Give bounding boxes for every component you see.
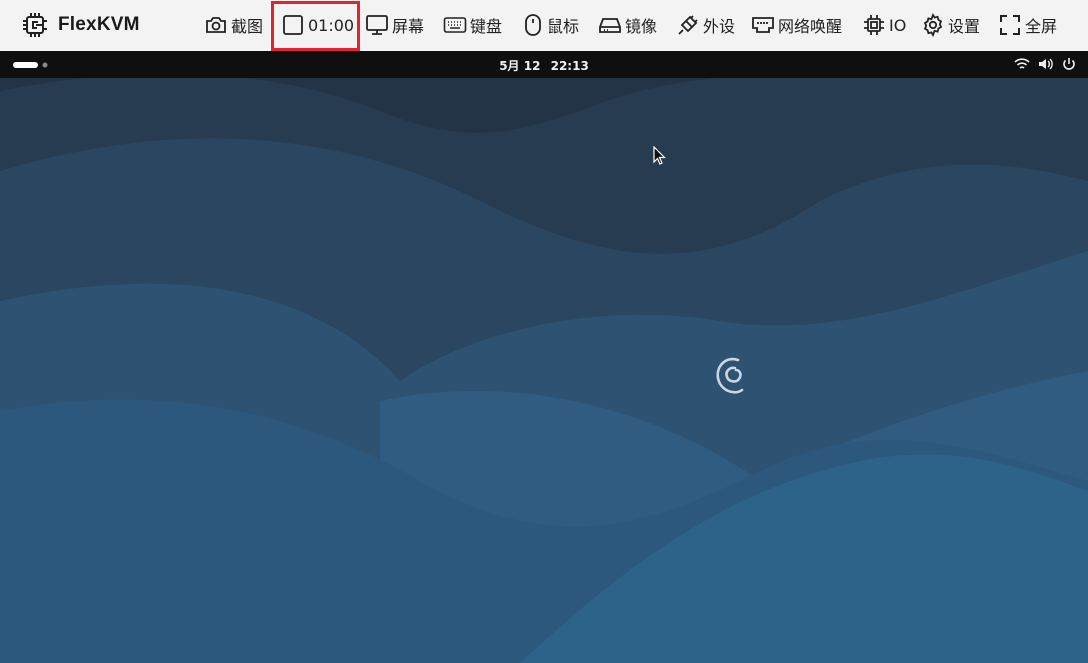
debian-swirl-icon — [716, 357, 744, 394]
mouse-icon — [525, 14, 541, 36]
screenshot-label: 截图 — [231, 17, 264, 36]
power-icon — [1063, 58, 1075, 70]
camera-icon — [206, 17, 226, 33]
fullscreen-icon — [1000, 15, 1020, 35]
screen-label: 屏幕 — [392, 17, 425, 36]
fullscreen-label: 全屏 — [1025, 17, 1058, 36]
settings-button[interactable]: 设置 — [921, 12, 980, 38]
volume-icon — [1039, 58, 1053, 70]
record-button[interactable]: 01:00 — [281, 12, 354, 38]
wol-label: 网络唤醒 — [778, 17, 843, 36]
wifi-icon — [1014, 58, 1030, 69]
gear-icon — [923, 13, 943, 37]
mouse-label: 鼠标 — [547, 17, 580, 36]
peripheral-button[interactable]: 外设 — [676, 12, 735, 38]
fullscreen-button[interactable]: 全屏 — [998, 12, 1057, 38]
wol-button[interactable]: 网络唤醒 — [751, 12, 842, 38]
wallpaper — [0, 51, 1088, 663]
io-button[interactable]: IO — [862, 12, 906, 38]
drive-icon — [599, 18, 621, 33]
image-button[interactable]: 镜像 — [598, 12, 657, 38]
mouse-cursor-icon — [653, 146, 666, 165]
peripheral-label: 外设 — [703, 17, 736, 36]
screenshot-button[interactable]: 截图 — [204, 12, 263, 38]
clock[interactable]: 5月 12 22:13 — [0, 57, 1088, 74]
plug-icon — [678, 15, 698, 35]
kvm-logo-icon — [23, 13, 47, 37]
io-label: IO — [889, 15, 907, 35]
chip-icon — [864, 15, 884, 35]
brand: FlexKVM — [22, 12, 140, 38]
image-label: 镜像 — [625, 17, 658, 36]
monitor-icon — [366, 15, 388, 35]
settings-label: 设置 — [948, 17, 981, 36]
clock-time: 22:13 — [550, 59, 589, 73]
remote-screen[interactable]: 5月 12 22:13 — [0, 51, 1088, 663]
clock-date: 5月 12 — [499, 59, 541, 73]
keyboard-icon — [443, 17, 467, 33]
app-name: FlexKVM — [58, 14, 140, 35]
toolbar: FlexKVM 截图 01:00 屏幕 键盘 鼠标 镜像 外设 网络唤醒 IO … — [0, 0, 1088, 51]
mouse-button[interactable]: 鼠标 — [522, 12, 579, 38]
keyboard-button[interactable]: 键盘 — [443, 12, 502, 38]
record-timer: 01:00 — [308, 15, 355, 35]
network-card-icon — [752, 17, 774, 33]
system-tray[interactable] — [1014, 57, 1076, 71]
screen-button[interactable]: 屏幕 — [365, 12, 424, 38]
record-stop-icon — [283, 15, 303, 35]
remote-topbar: 5月 12 22:13 — [0, 51, 1088, 78]
keyboard-label: 键盘 — [470, 17, 503, 36]
